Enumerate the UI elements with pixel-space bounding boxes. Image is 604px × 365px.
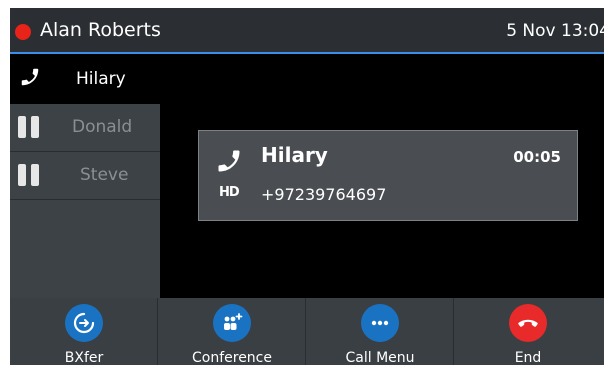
bxfer-button[interactable]: BXfer: [10, 298, 158, 365]
user-name: Alan Roberts: [40, 19, 161, 41]
more-icon: [361, 304, 399, 342]
caller-name: Hilary: [261, 143, 328, 167]
active-call-item[interactable]: Hilary: [10, 54, 160, 104]
conference-label: Conference: [191, 350, 272, 365]
date-time: 5 Nov 13:04: [506, 21, 604, 41]
held-call-item[interactable]: Steve: [10, 152, 160, 200]
conference-icon: [213, 304, 251, 342]
held-calls-panel: Donald Steve: [10, 104, 160, 298]
call-menu-button[interactable]: Call Menu: [306, 298, 454, 365]
phone-screen: Alan Roberts 5 Nov 13:04 Hilary Donald S…: [10, 8, 604, 365]
end-label: End: [514, 350, 542, 365]
pause-icon: [18, 164, 40, 188]
phone-icon: [19, 65, 41, 93]
hang-up-icon: [509, 304, 547, 342]
presence-status-icon: [15, 24, 31, 40]
call-timer: 00:05: [513, 148, 561, 166]
hd-audio-icon: HD: [219, 185, 240, 200]
call-menu-label: Call Menu: [345, 350, 415, 365]
blind-transfer-icon: [65, 304, 103, 342]
call-info-card: HD Hilary +97239764697 00:05: [198, 130, 578, 221]
bxfer-label: BXfer: [64, 350, 104, 365]
status-bar: Alan Roberts 5 Nov 13:04: [10, 8, 604, 54]
phone-icon: [215, 145, 243, 181]
end-call-button[interactable]: End: [454, 298, 602, 365]
active-call-name: Hilary: [76, 69, 126, 89]
held-call-item[interactable]: Donald: [10, 104, 160, 152]
caller-number: +97239764697: [261, 185, 387, 204]
pause-icon: [18, 116, 40, 140]
held-call-name: Donald: [72, 117, 133, 137]
held-call-name: Steve: [80, 165, 129, 185]
conference-button[interactable]: Conference: [158, 298, 306, 365]
softkey-bar: BXfer Conference Call Menu End: [10, 298, 604, 365]
